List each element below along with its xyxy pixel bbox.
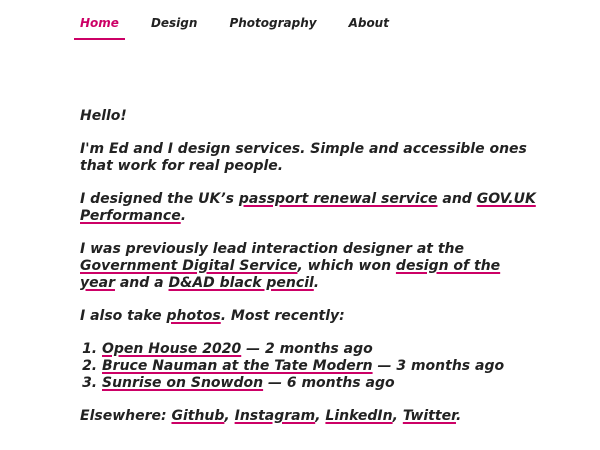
main-content: Hello! I'm Ed and I design services. Sim… [80, 108, 540, 441]
recent-photos-list: Open House 2020 — 2 months ago Bruce Nau… [80, 341, 540, 392]
elsewhere-prefix: Elsewhere: [80, 408, 172, 424]
designed-prefix: I designed the UK’s [80, 191, 239, 207]
previously-middle1: , which won [297, 258, 396, 274]
designed-suffix: . [180, 208, 187, 224]
recent-photo-link[interactable]: Bruce Nauman at the Tate Modern [102, 358, 373, 374]
twitter-link[interactable]: Twitter [403, 408, 456, 424]
previously-suffix: . [313, 275, 320, 291]
recent-photo-age: — 3 months ago [372, 358, 505, 374]
elsewhere-separator: , [315, 408, 326, 424]
gds-link[interactable]: Government Digital Service [80, 258, 297, 274]
nav-photography[interactable]: Photography [223, 14, 322, 38]
list-item: Open House 2020 — 2 months ago [102, 341, 540, 358]
elsewhere-separator: , [392, 408, 403, 424]
nav-about[interactable]: About [343, 14, 395, 38]
linkedin-link[interactable]: LinkedIn [325, 408, 392, 424]
nav-home[interactable]: Home [74, 14, 125, 40]
github-link[interactable]: Github [171, 408, 224, 424]
list-item: Sunrise on Snowdon — 6 months ago [102, 375, 540, 392]
previously-prefix: I was previously lead interaction design… [80, 241, 465, 257]
recent-photo-link[interactable]: Open House 2020 [102, 341, 241, 357]
elsewhere-suffix: . [455, 408, 462, 424]
intro-paragraph: I'm Ed and I design services. Simple and… [80, 141, 527, 174]
designed-paragraph: I designed the UK’s passport renewal ser… [80, 191, 540, 225]
nav-design[interactable]: Design [145, 14, 204, 38]
photos-paragraph: I also take photos. Most recently: [80, 308, 540, 325]
dad-black-pencil-link[interactable]: D&AD black pencil [169, 275, 314, 291]
top-nav: Home Design Photography About [74, 14, 395, 40]
greeting: Hello! [80, 108, 127, 124]
previously-paragraph: I was previously lead interaction design… [80, 241, 540, 292]
instagram-link[interactable]: Instagram [235, 408, 316, 424]
passport-renewal-link[interactable]: passport renewal service [239, 191, 438, 207]
recent-photo-link[interactable]: Sunrise on Snowdon [102, 375, 263, 391]
photos-prefix: I also take [80, 308, 167, 324]
previously-middle2: and a [114, 275, 169, 291]
list-item: Bruce Nauman at the Tate Modern — 3 mont… [102, 358, 540, 375]
elsewhere-separator: , [224, 408, 235, 424]
designed-middle: and [437, 191, 477, 207]
recent-photo-age: — 6 months ago [263, 375, 395, 391]
elsewhere-paragraph: Elsewhere: Github, Instagram, LinkedIn, … [80, 408, 540, 425]
photos-link[interactable]: photos [166, 308, 220, 324]
recent-photo-age: — 2 months ago [241, 341, 373, 357]
photos-suffix: . Most recently: [220, 308, 345, 324]
